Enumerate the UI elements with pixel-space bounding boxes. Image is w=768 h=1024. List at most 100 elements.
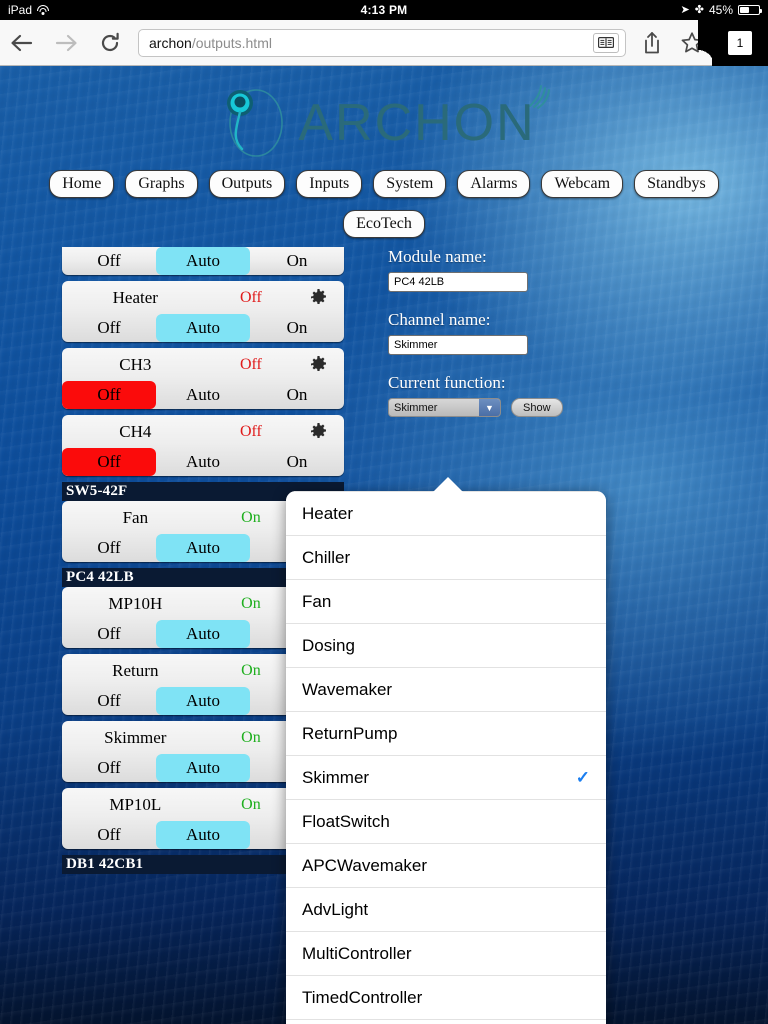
url-text: archon/outputs.html xyxy=(149,35,593,51)
channel-name-label[interactable]: Heater xyxy=(62,288,209,308)
mode-off-button[interactable]: Off xyxy=(62,314,156,342)
location-arrow-icon: ➤ xyxy=(680,3,690,16)
reader-view-icon[interactable] xyxy=(593,32,619,53)
dropdown-item-chiller[interactable]: Chiller xyxy=(286,535,606,579)
mode-off-button[interactable]: Off xyxy=(62,247,156,275)
channel-name-label: Channel name: xyxy=(388,310,491,329)
mode-off-button[interactable]: Off xyxy=(62,821,156,849)
output-mode-buttons: OffAutoOn xyxy=(62,314,344,342)
channel-name-label[interactable]: Fan xyxy=(62,508,209,528)
mode-off-button[interactable]: Off xyxy=(62,620,156,648)
channel-name-label[interactable]: MP10H xyxy=(62,594,209,614)
mode-auto-button[interactable]: Auto xyxy=(156,247,250,275)
status-bar-clock: 4:13 PM xyxy=(360,3,408,17)
status-bar-left: iPad xyxy=(0,3,200,17)
mode-on-button[interactable]: On xyxy=(250,448,344,476)
dropdown-item-label: Wavemaker xyxy=(302,679,393,699)
channel-name-label[interactable]: CH4 xyxy=(62,422,209,442)
channel-name-label[interactable]: Skimmer xyxy=(62,728,209,748)
dropdown-item-skimmer[interactable]: Skimmer ✓ xyxy=(286,755,606,799)
dropdown-item-mlc[interactable]: MLC xyxy=(286,1019,606,1024)
channel-state-label: On xyxy=(241,508,261,526)
dropdown-item-label: AdvLight xyxy=(302,899,369,919)
mode-auto-button[interactable]: Auto xyxy=(156,534,250,562)
dropdown-item-advlight[interactable]: AdvLight xyxy=(286,887,606,931)
nav-link-ecotech[interactable]: EcoTech xyxy=(343,210,425,238)
mode-off-button[interactable]: Off xyxy=(62,448,156,476)
address-bar[interactable]: archon/outputs.html xyxy=(138,28,626,57)
function-dropdown-popover[interactable]: Heater Chiller Fan Dosing Wavemaker ReturnPum… xyxy=(286,491,606,1024)
mode-auto-button[interactable]: Auto xyxy=(156,381,250,409)
show-button[interactable]: Show xyxy=(511,398,563,417)
channel-settings-button[interactable] xyxy=(293,356,344,373)
mode-on-button[interactable]: On xyxy=(250,314,344,342)
nav-link-system[interactable]: System xyxy=(373,170,447,198)
nav-link-webcam[interactable]: Webcam xyxy=(541,170,624,198)
channel-state-label: On xyxy=(241,661,261,679)
ios-status-bar: iPad 4:13 PM ➤ ✤ 45% xyxy=(0,0,768,20)
dropdown-item-wavemaker[interactable]: Wavemaker xyxy=(286,667,606,711)
mode-auto-button[interactable]: Auto xyxy=(156,821,250,849)
nav-link-inputs[interactable]: Inputs xyxy=(296,170,363,198)
output-mode-buttons: OffAutoOn xyxy=(62,448,344,476)
mode-auto-button[interactable]: Auto xyxy=(156,448,250,476)
dropdown-item-multicontroller[interactable]: MultiController xyxy=(286,931,606,975)
mode-off-button[interactable]: Off xyxy=(62,381,156,409)
mode-off-button[interactable]: Off xyxy=(62,754,156,782)
dropdown-item-fan[interactable]: Fan xyxy=(286,579,606,623)
nav-link-graphs[interactable]: Graphs xyxy=(125,170,198,198)
dropdown-item-floatswitch[interactable]: FloatSwitch xyxy=(286,799,606,843)
dropdown-item-dosing[interactable]: Dosing xyxy=(286,623,606,667)
gear-icon[interactable] xyxy=(310,356,327,373)
share-button[interactable] xyxy=(632,21,672,65)
checkmark-icon: ✓ xyxy=(575,767,590,787)
channel-name-input[interactable]: Skimmer xyxy=(388,335,528,355)
gear-icon[interactable] xyxy=(310,289,327,306)
channel-state-label: Off xyxy=(239,355,262,373)
channel-name-label[interactable]: Return xyxy=(62,661,209,681)
current-function-select[interactable]: Skimmer ▼ xyxy=(388,398,501,417)
dropdown-item-timedcontroller[interactable]: TimedController xyxy=(286,975,606,1019)
nav-link-standbys[interactable]: Standbys xyxy=(634,170,719,198)
current-function-row: Skimmer ▼ Show xyxy=(388,398,718,417)
module-name-input[interactable]: PC4 42LB xyxy=(388,272,528,292)
dropdown-item-heater[interactable]: Heater xyxy=(286,491,606,535)
gear-icon[interactable] xyxy=(310,423,327,440)
output-channel-card: Heater Off Off Auto On xyxy=(62,281,344,342)
output-mode-buttons: OffAutoOn xyxy=(62,381,344,409)
dropdown-item-label: Dosing xyxy=(302,635,355,655)
dropdown-item-apcwavemaker[interactable]: APCWavemaker xyxy=(286,843,606,887)
reload-button[interactable] xyxy=(88,21,132,65)
mode-auto-button[interactable]: Auto xyxy=(156,687,250,715)
mode-on-button[interactable]: On xyxy=(250,381,344,409)
mode-auto-button[interactable]: Auto xyxy=(156,620,250,648)
mode-on-button[interactable]: On xyxy=(250,247,344,275)
channel-settings-button[interactable] xyxy=(293,423,344,440)
module-name-label: Module name: xyxy=(388,247,487,266)
site-logo-text: ARCHON xyxy=(298,94,536,152)
url-host: archon xyxy=(149,34,192,51)
mode-off-button[interactable]: Off xyxy=(62,687,156,715)
channel-settings-button[interactable] xyxy=(293,289,344,306)
dropdown-item-label: Heater xyxy=(302,503,354,523)
back-button[interactable] xyxy=(0,21,44,65)
dropdown-item-label: APCWavemaker xyxy=(302,855,428,875)
output-channel-card-partial: Off Auto On xyxy=(62,247,344,275)
nav-link-alarms[interactable]: Alarms xyxy=(457,170,531,198)
output-mode-buttons: OffAutoOn xyxy=(62,247,344,275)
channel-name-label[interactable]: CH3 xyxy=(62,355,209,375)
mode-off-button[interactable]: Off xyxy=(62,534,156,562)
device-label: iPad xyxy=(8,3,33,17)
popover-arrow-icon xyxy=(433,477,463,492)
channel-settings-form: Module name: PC4 42LB Channel name: Skim… xyxy=(388,247,718,417)
channel-name-label[interactable]: MP10L xyxy=(62,795,209,815)
dropdown-item-label: FloatSwitch xyxy=(302,811,390,831)
dropdown-item-returnpump[interactable]: ReturnPump xyxy=(286,711,606,755)
back-arrow-icon xyxy=(11,34,33,51)
mode-auto-button[interactable]: Auto xyxy=(156,754,250,782)
mode-auto-button[interactable]: Auto xyxy=(156,314,250,342)
nav-link-home[interactable]: Home xyxy=(49,170,115,198)
nav-link-outputs[interactable]: Outputs xyxy=(208,170,286,198)
tabs-button[interactable]: 1 xyxy=(712,19,768,66)
forward-button[interactable] xyxy=(44,21,88,65)
